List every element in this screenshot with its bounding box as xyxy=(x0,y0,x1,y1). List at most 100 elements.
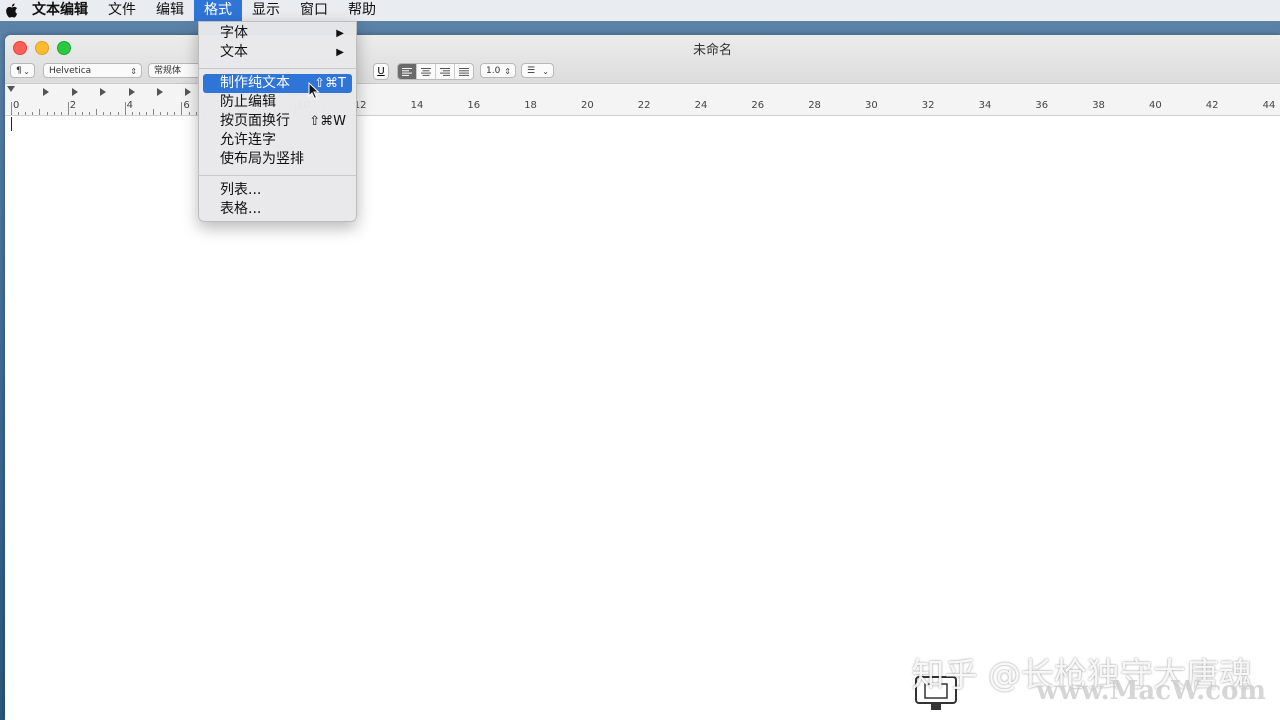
menu-item-shortcut: ⇧⌘W xyxy=(309,114,346,129)
ruler-tick xyxy=(124,102,126,115)
font-style-label: 常规体 xyxy=(154,66,182,76)
alignment-control xyxy=(397,63,474,80)
menu-item-label: 文本 xyxy=(220,44,248,60)
ruler-tick xyxy=(188,112,190,115)
title-bar: 未命名 ¶ ⌄ Helvetica ⇕ 常规体 U 1.0 ⇕ ☰ ⌄ xyxy=(5,35,1280,84)
menu-item-label: 字体 xyxy=(220,25,248,41)
ruler-tick xyxy=(53,112,55,115)
ruler[interactable]: 0246810121416182022242628303234363840424… xyxy=(5,84,1280,116)
ruler-tick xyxy=(160,112,162,115)
ruler-number: 6 xyxy=(183,100,190,111)
list-bullets-icon: ☰ xyxy=(527,66,536,76)
menu-item-label: 制作纯文本 xyxy=(220,75,290,91)
ruler-tick xyxy=(25,112,27,115)
menu-item-text[interactable]: 文本 ▶ xyxy=(203,43,352,62)
menu-separator xyxy=(199,68,356,69)
menu-item-label: 表格... xyxy=(220,201,262,217)
ruler-number: 32 xyxy=(921,100,935,111)
tab-stop-marker[interactable] xyxy=(157,88,163,96)
ruler-number: 26 xyxy=(751,100,765,111)
ruler-tick xyxy=(82,112,83,115)
ruler-number: 44 xyxy=(1262,100,1276,111)
ruler-number: 38 xyxy=(1092,100,1105,111)
line-spacing-popup[interactable]: 1.0 ⇕ xyxy=(480,63,516,78)
font-family-popup[interactable]: Helvetica ⇕ xyxy=(43,63,142,78)
format-menu-dropdown: 字体 ▶ 文本 ▶ 制作纯文本 ⇧⌘T 防止编辑 按页面换行 ⇧⌘W 允许连字 … xyxy=(198,21,357,222)
menu-item-label: 允许连字 xyxy=(220,132,276,148)
tab-stops xyxy=(5,88,205,98)
chevron-down-icon: ⌄ xyxy=(23,67,30,76)
tab-stop-marker[interactable] xyxy=(128,88,135,96)
align-right-icon xyxy=(440,67,450,76)
align-left-button[interactable] xyxy=(398,64,417,79)
watermark-url: www.MacW.com xyxy=(1036,676,1266,706)
menu-file[interactable]: 文件 xyxy=(98,0,146,21)
document-text-area[interactable] xyxy=(5,116,1280,720)
ruler-tick xyxy=(181,102,183,115)
tab-stop-marker[interactable] xyxy=(71,88,78,96)
menu-item-wrap-to-page[interactable]: 按页面换行 ⇧⌘W xyxy=(203,112,352,131)
ruler-number: 34 xyxy=(978,100,992,111)
underline-toggle[interactable]: U xyxy=(373,63,389,80)
menu-edit[interactable]: 编辑 xyxy=(146,0,194,21)
ruler-tick xyxy=(103,112,105,115)
align-left-icon xyxy=(402,67,412,76)
ruler-tick xyxy=(74,112,76,115)
underline-button[interactable]: U xyxy=(374,64,388,79)
menu-bar: 文本编辑 文件 编辑 格式 显示 窗口 帮助 xyxy=(0,0,1280,21)
ruler-tick xyxy=(117,112,119,115)
ruler-tick xyxy=(153,109,154,115)
ruler-number: 28 xyxy=(808,100,821,111)
line-spacing-label: 1.0 xyxy=(486,66,501,76)
menu-item-allow-ligatures[interactable]: 允许连字 xyxy=(203,131,352,150)
ruler-tick xyxy=(96,109,98,115)
menu-item-label: 列表... xyxy=(220,182,262,198)
align-right-button[interactable] xyxy=(436,64,455,79)
justify-icon xyxy=(459,67,469,76)
menu-window[interactable]: 窗口 xyxy=(290,0,338,21)
tab-stop-marker[interactable] xyxy=(185,88,192,96)
ruler-number: 14 xyxy=(410,100,424,111)
up-down-arrows-icon: ⇕ xyxy=(504,67,511,76)
ruler-tick xyxy=(167,112,169,115)
document-window: 未命名 ¶ ⌄ Helvetica ⇕ 常规体 U 1.0 ⇕ ☰ ⌄ 0 2 … xyxy=(5,35,1280,720)
submenu-arrow-icon: ▶ xyxy=(336,28,344,39)
list-style-popup[interactable]: ☰ ⌄ xyxy=(521,63,554,78)
ruler-tick xyxy=(46,112,48,115)
ruler-tick xyxy=(131,112,133,115)
ruler-number: 18 xyxy=(524,100,537,111)
ruler-tick xyxy=(11,102,12,115)
submenu-arrow-icon: ▶ xyxy=(336,47,344,58)
tab-stop-marker[interactable] xyxy=(100,88,107,96)
menu-view[interactable]: 显示 xyxy=(242,0,290,21)
ruler-number: 40 xyxy=(1149,100,1162,111)
ruler-tick xyxy=(67,102,69,115)
menu-item-table[interactable]: 表格... xyxy=(203,200,352,219)
menu-format[interactable]: 格式 xyxy=(194,0,242,21)
ruler-tick xyxy=(39,109,41,115)
chevron-down-icon: ⌄ xyxy=(542,67,549,76)
ruler-number: 2 xyxy=(69,100,77,111)
ruler-tick xyxy=(110,112,112,115)
ruler-number: 16 xyxy=(467,100,481,111)
menu-item-vertical-layout[interactable]: 使布局为竖排 xyxy=(203,150,352,169)
menu-item-font[interactable]: 字体 ▶ xyxy=(203,24,352,43)
ruler-tick xyxy=(195,112,197,115)
menu-item-make-plain-text[interactable]: 制作纯文本 ⇧⌘T xyxy=(203,74,352,93)
justify-button[interactable] xyxy=(455,64,473,79)
menu-item-prevent-editing[interactable]: 防止编辑 xyxy=(203,93,352,112)
ruler-tick xyxy=(89,112,91,115)
menu-app-textedit[interactable]: 文本编辑 xyxy=(22,0,98,21)
font-family-label: Helvetica xyxy=(49,66,92,76)
tab-stop-marker[interactable] xyxy=(43,88,50,96)
menu-help[interactable]: 帮助 xyxy=(338,0,386,21)
apple-menu-icon[interactable] xyxy=(0,0,22,21)
align-center-button[interactable] xyxy=(417,64,436,79)
menu-item-list[interactable]: 列表... xyxy=(203,181,352,200)
up-down-arrows-icon: ⇕ xyxy=(130,67,137,76)
ruler-tick xyxy=(145,112,147,115)
ruler-tick xyxy=(32,112,34,115)
menu-item-label: 按页面换行 xyxy=(220,113,290,129)
paragraph-style-label: ¶ xyxy=(16,66,22,76)
paragraph-style-popup[interactable]: ¶ ⌄ xyxy=(10,63,35,78)
